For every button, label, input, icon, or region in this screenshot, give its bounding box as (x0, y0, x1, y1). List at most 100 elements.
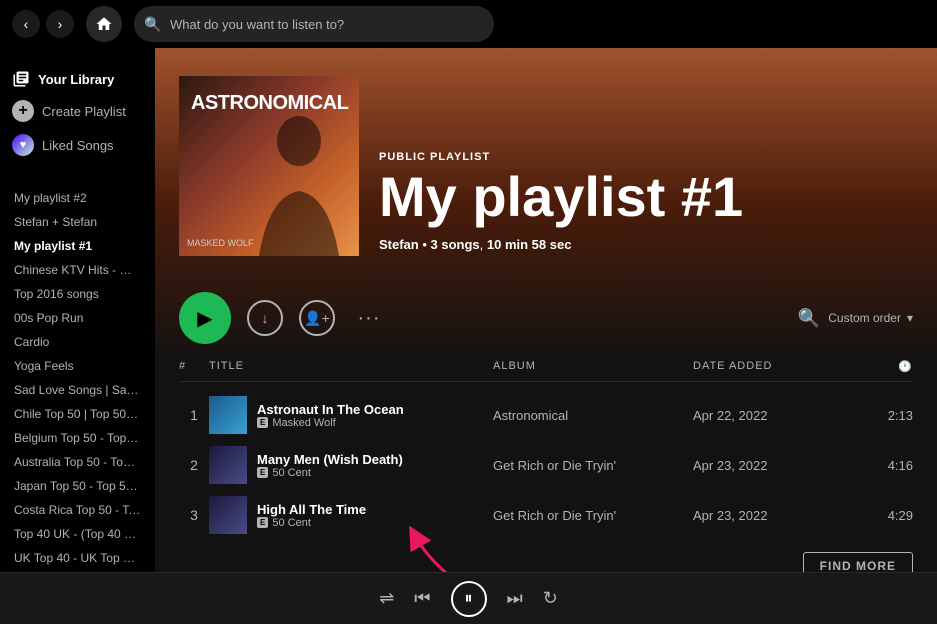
sort-button[interactable]: Custom order ▾ (828, 311, 913, 325)
track-thumbnail (209, 496, 247, 534)
silhouette-icon (239, 106, 359, 256)
track-info: Astronaut In The Ocean E Masked Wolf (209, 396, 493, 434)
sidebar-list-item[interactable]: UK Top 40 - UK Top Hits 2022 (8, 546, 147, 570)
playlist-meta: Stefan • 3 songs, 10 min 58 sec (379, 237, 913, 252)
repeat-button[interactable]: ↻ (543, 588, 558, 609)
home-button[interactable] (86, 6, 122, 42)
col-num: # (179, 360, 209, 373)
player-play-pause-button[interactable]: ⏸ (451, 581, 487, 617)
liked-songs-btn[interactable]: ♥ Liked Songs (12, 128, 143, 162)
sidebar-list-item[interactable]: Top 2016 songs (8, 282, 147, 306)
playlist-type-label: PUBLIC PLAYLIST (379, 151, 913, 163)
artist-name: Masked Wolf (272, 417, 335, 429)
main-layout: Your Library + Create Playlist ♥ Liked S… (0, 48, 937, 572)
track-duration: 4:16 (853, 458, 913, 473)
shuffle-button[interactable]: ⇌ (379, 588, 394, 609)
track-info: Many Men (Wish Death) E 50 Cent (209, 446, 493, 484)
find-more-row: FIND MORE (155, 540, 937, 572)
sidebar-list-item[interactable]: Chile Top 50 | Top 50 Chile ... (8, 402, 147, 426)
sidebar-list-item[interactable]: My playlist #2 (8, 186, 147, 210)
album-art: ASTRONOMICAL MASKED WOLF (179, 76, 359, 256)
explicit-badge: E (257, 417, 268, 428)
sort-arrow-icon: ▾ (907, 311, 913, 325)
playlist-duration: 10 min 58 sec (487, 237, 572, 252)
your-library-label: Your Library (38, 72, 114, 87)
playlist-owner: Stefan (379, 237, 419, 252)
next-button[interactable]: ⏭ (507, 588, 523, 609)
sidebar-list-item[interactable]: My playlist #1 (8, 234, 147, 258)
dots-icon: ··· (358, 307, 381, 330)
content-area: ASTRONOMICAL MASKED WOLF PUBLIC PLAYLIST… (155, 48, 937, 572)
artist-name: 50 Cent (272, 517, 311, 529)
track-album: Get Rich or Die Tryin' (493, 508, 693, 523)
sidebar-list-item[interactable]: Belgium Top 50 - Top 50 Bel... (8, 426, 147, 450)
col-duration: 🕐 (853, 360, 913, 373)
sidebar-list-item[interactable]: Stefan + Stefan (8, 210, 147, 234)
playlist-header: ASTRONOMICAL MASKED WOLF PUBLIC PLAYLIST… (155, 48, 937, 276)
controls-bar: ▶ ↓ 👤+ ··· (155, 276, 937, 356)
track-number: 2 (179, 457, 209, 473)
track-number: 3 (179, 507, 209, 523)
playlist-info: PUBLIC PLAYLIST My playlist #1 Stefan • … (379, 151, 913, 256)
create-playlist-label: Create Playlist (42, 104, 126, 119)
sidebar-list-item[interactable]: Cardio (8, 330, 147, 354)
artist-name: 50 Cent (272, 467, 311, 479)
playlist-name: My playlist #1 (379, 169, 913, 225)
sidebar-list-item[interactable]: Yoga Feels (8, 354, 147, 378)
track-date-added: Apr 23, 2022 (693, 458, 853, 473)
col-title: TITLE (209, 360, 493, 373)
track-duration: 2:13 (853, 408, 913, 423)
search-input[interactable] (134, 6, 494, 42)
track-info: High All The Time E 50 Cent (209, 496, 493, 534)
previous-button[interactable]: ⏮ (414, 588, 430, 609)
col-album: ALBUM (493, 360, 693, 373)
playlist-song-count: 3 songs (431, 237, 480, 252)
heart-icon: ♥ (12, 134, 34, 156)
sidebar-list-item[interactable]: 00s Pop Run (8, 306, 147, 330)
track-artist: E 50 Cent (257, 467, 403, 479)
nav-arrows: ‹ › (12, 10, 74, 38)
previous-icon: ⏮ (414, 588, 430, 609)
play-icon: ▶ (197, 306, 212, 331)
create-playlist-btn[interactable]: + Create Playlist (12, 94, 143, 128)
more-options-button[interactable]: ··· (351, 300, 387, 336)
sidebar-list-item[interactable]: Australia Top 50 - Top 50 Au... (8, 450, 147, 474)
download-button[interactable]: ↓ (247, 300, 283, 336)
bottom-player: ⇌ ⏮ ⏸ ⏭ ↻ (0, 572, 937, 624)
your-library-btn[interactable]: Your Library (12, 64, 143, 94)
repeat-icon: ↻ (543, 588, 558, 609)
table-row[interactable]: 1 Astronaut In The Ocean E Masked Wolf A… (179, 390, 913, 440)
download-icon: ↓ (262, 310, 269, 326)
col-date: DATE ADDED (693, 360, 853, 373)
back-button[interactable]: ‹ (12, 10, 40, 38)
table-row[interactable]: 3 High All The Time E 50 Cent Get Rich o… (179, 490, 913, 540)
search-tracks-button[interactable]: 🔍 (798, 308, 820, 329)
playlist-list: My playlist #2Stefan + StefanMy playlist… (0, 186, 155, 572)
add-user-button[interactable]: 👤+ (299, 300, 335, 336)
search-wrapper: 🔍 (134, 6, 494, 42)
tracks-container: 1 Astronaut In The Ocean E Masked Wolf A… (179, 390, 913, 540)
top-bar: ‹ › 🔍 (0, 0, 937, 48)
play-button[interactable]: ▶ (179, 292, 231, 344)
sidebar-list-item[interactable]: Top 40 UK - (Top 40 Hits) U... (8, 522, 147, 546)
album-badge: MASKED WOLF (187, 238, 254, 248)
add-user-icon: 👤+ (304, 310, 330, 327)
table-row[interactable]: 2 Many Men (Wish Death) E 50 Cent Get Ri… (179, 440, 913, 490)
sidebar-list-item[interactable]: Costa Rica Top 50 - Top 50 ... (8, 498, 147, 522)
track-header: # TITLE ALBUM DATE ADDED 🕐 (179, 356, 913, 382)
forward-button[interactable]: › (46, 10, 74, 38)
liked-songs-label: Liked Songs (42, 138, 114, 153)
track-title: High All The Time (257, 502, 366, 517)
find-more-button[interactable]: FIND MORE (803, 552, 913, 572)
track-artist: E 50 Cent (257, 517, 366, 529)
shuffle-icon: ⇌ (379, 588, 394, 609)
track-duration: 4:29 (853, 508, 913, 523)
sidebar: Your Library + Create Playlist ♥ Liked S… (0, 48, 155, 572)
controls-right: 🔍 Custom order ▾ (798, 308, 913, 329)
sidebar-list-item[interactable]: Chinese KTV Hits - 🎤 🎵 ... (8, 258, 147, 282)
track-artist: E Masked Wolf (257, 417, 404, 429)
sort-label: Custom order (828, 311, 901, 325)
sidebar-list-item[interactable]: Japan Top 50 - Top 50 Japa... (8, 474, 147, 498)
track-title: Many Men (Wish Death) (257, 452, 403, 467)
sidebar-list-item[interactable]: Sad Love Songs | Sad Break ... (8, 378, 147, 402)
